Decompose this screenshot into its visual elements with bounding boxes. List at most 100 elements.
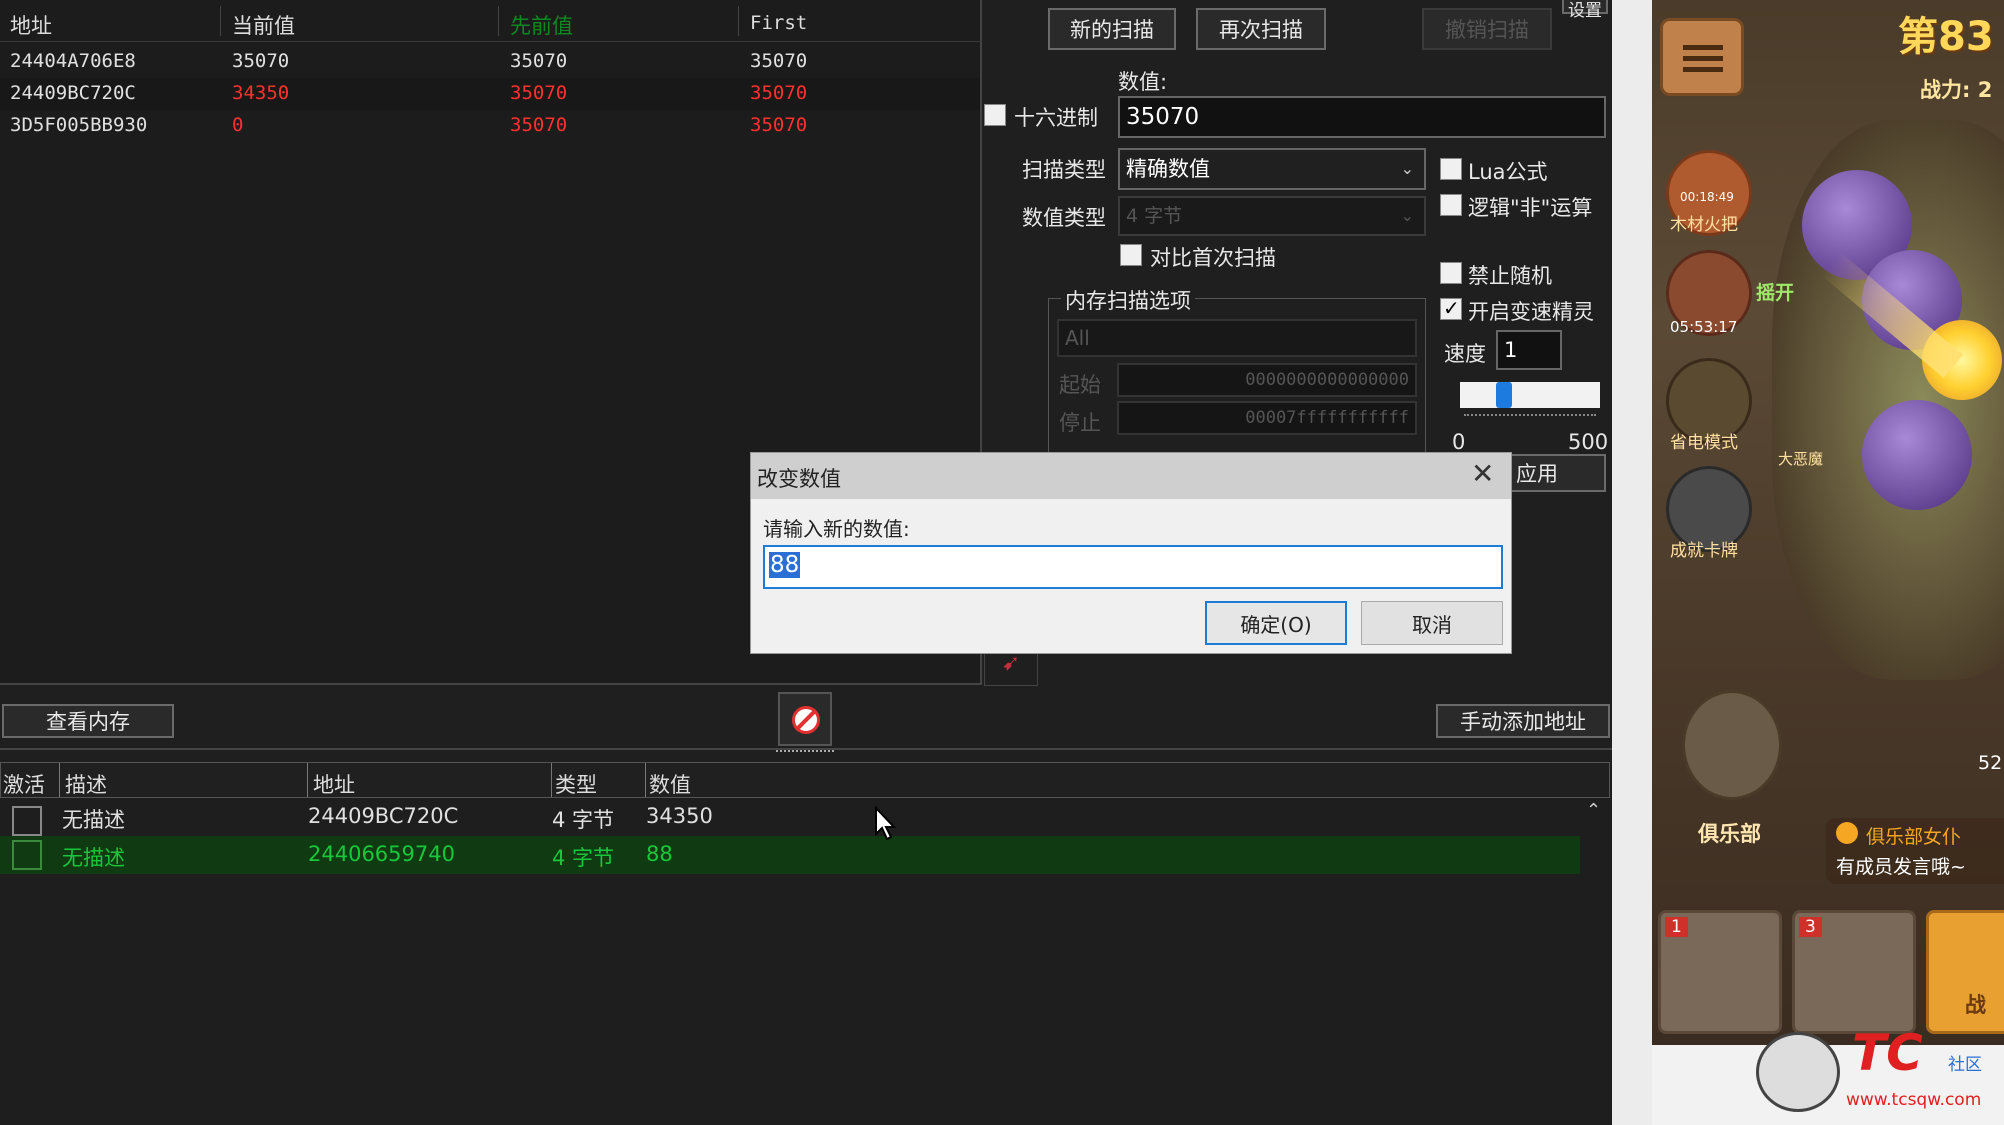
speedhack-label: 开启变速精灵	[1468, 300, 1594, 324]
col-address[interactable]: 地址	[313, 769, 355, 799]
hero-card[interactable]: 3	[1792, 910, 1916, 1034]
scan-type-label: 扫描类型	[1022, 158, 1106, 182]
splitter-handle[interactable]	[776, 750, 834, 754]
memory-scan-options: 内存扫描选项 All 起始 0000000000000000 停止 00007f…	[1048, 285, 1426, 468]
col-first[interactable]: First	[750, 12, 807, 34]
row-type: 4 字节	[552, 846, 615, 870]
result-current: 0	[232, 114, 244, 136]
card-badge: 3	[1799, 917, 1822, 937]
speed-slider[interactable]	[1460, 382, 1600, 408]
new-scan-button[interactable]: 新的扫描	[1048, 8, 1176, 50]
settings-button[interactable]: 设置	[1562, 0, 1608, 21]
chat-icon	[1836, 822, 1858, 844]
result-previous: 35070	[510, 50, 568, 72]
skill-label: 木材火把	[1670, 215, 1738, 235]
speed-input[interactable]: 1	[1496, 330, 1562, 370]
hex-label: 十六进制	[1014, 106, 1098, 130]
slider-thumb[interactable]	[1496, 382, 1512, 408]
result-address: 24404A706E8	[10, 50, 136, 72]
chevron-down-icon: ⌄	[1400, 206, 1414, 225]
new-value-text: 88	[769, 552, 801, 578]
col-address[interactable]: 地址	[10, 10, 52, 40]
add-address-button[interactable]: 手动添加地址	[1436, 704, 1610, 738]
logic-not-checkbox[interactable]	[1440, 194, 1462, 216]
mouse-cursor-icon	[875, 806, 897, 841]
scan-type-select[interactable]: 精确数值 ⌄	[1118, 148, 1426, 190]
compare-first-label: 对比首次扫描	[1150, 246, 1276, 270]
next-scan-button[interactable]: 再次扫描	[1196, 8, 1326, 50]
active-checkbox[interactable]	[12, 806, 42, 836]
col-divider	[59, 763, 60, 797]
address-list-header: 激活 描述 地址 类型 数值	[0, 762, 1610, 798]
col-active[interactable]: 激活	[3, 769, 45, 799]
panel-divider	[0, 748, 1612, 750]
stop-address-input[interactable]: 00007fffffffffff	[1117, 401, 1417, 435]
undo-scan-button[interactable]: 撤销扫描	[1422, 8, 1552, 50]
purple-orb	[1862, 400, 1972, 510]
memory-region-select[interactable]: All	[1057, 319, 1417, 357]
chat-bubble[interactable]: 俱乐部女仆 有成员发言哦~	[1826, 818, 2004, 884]
col-previous[interactable]: 先前值	[510, 10, 573, 40]
col-divider	[307, 763, 308, 797]
row-description: 无描述	[62, 808, 125, 832]
hero-card[interactable]: 1	[1658, 910, 1782, 1034]
scan-result-row[interactable]: 24409BC720C 34350 35070 35070	[0, 78, 980, 110]
col-divider	[551, 763, 552, 797]
close-icon[interactable]: ✕	[1471, 457, 1494, 490]
count-label: 52	[1978, 752, 2003, 774]
menu-icon[interactable]	[1660, 18, 1744, 96]
clear-list-button[interactable]	[778, 692, 832, 746]
no-entry-icon	[792, 706, 820, 734]
watermark-sub: 社区	[1948, 1055, 1982, 1075]
battle-tab[interactable]: 战	[1926, 910, 2004, 1034]
scan-result-row[interactable]: 24404A706E8 35070 35070 35070	[0, 46, 980, 78]
slider-ticks	[1464, 414, 1596, 420]
result-previous: 35070	[510, 82, 568, 104]
address-row-selected[interactable]: 无描述 24406659740 4 字节 88	[0, 836, 1580, 874]
ok-button[interactable]: 确定(O)	[1205, 601, 1347, 645]
scan-results-header: 地址 当前值 先前值 First	[0, 0, 982, 42]
row-value: 88	[646, 842, 673, 866]
result-previous: 35070	[510, 114, 568, 136]
result-first: 35070	[750, 82, 808, 104]
value-type-select[interactable]: 4 字节 ⌄	[1118, 196, 1426, 236]
col-divider	[645, 763, 646, 797]
speedhack-checkbox[interactable]	[1440, 296, 1462, 320]
compare-first-checkbox[interactable]	[1120, 244, 1142, 266]
value-type-label: 数值类型	[1022, 206, 1106, 230]
hex-checkbox[interactable]	[984, 104, 1006, 126]
view-memory-button[interactable]: 查看内存	[2, 704, 174, 738]
skill-label: 摇开	[1756, 282, 1795, 304]
dialog-titlebar[interactable]: 改变数值 ✕	[751, 453, 1511, 499]
no-random-checkbox[interactable]	[1440, 262, 1462, 284]
address-row[interactable]: 无描述 24409BC720C 4 字节 34350	[0, 800, 1580, 836]
col-divider	[498, 6, 499, 36]
result-address: 3D5F005BB930	[10, 114, 148, 136]
scan-result-row[interactable]: 3D5F005BB930 0 35070 35070	[0, 110, 980, 142]
value-type-value: 4 字节	[1126, 205, 1183, 227]
col-description[interactable]: 描述	[65, 769, 107, 799]
cancel-button[interactable]: 取消	[1361, 601, 1503, 645]
col-type[interactable]: 类型	[555, 769, 597, 799]
logic-not-label: 逻辑"非"运算	[1468, 196, 1593, 220]
lua-checkbox[interactable]	[1440, 158, 1462, 180]
battle-tab-label: 战	[1965, 993, 1986, 1017]
apply-button[interactable]: 应用	[1510, 454, 1606, 492]
list-scrollbar[interactable]: ⌃	[1580, 800, 1610, 1125]
cheat-engine-window: 地址 当前值 先前值 First 24404A706E8 35070 35070…	[0, 0, 1612, 1125]
address-list[interactable]: 激活 描述 地址 类型 数值 无描述 24409BC720C 4 字节 3435…	[0, 762, 1612, 1125]
power-label: 战力: 2	[1920, 78, 1993, 102]
change-value-dialog: 改变数值 ✕ 请输入新的数值: 88 确定(O) 取消	[750, 452, 1512, 654]
new-value-input[interactable]: 88	[763, 545, 1503, 589]
start-address-input[interactable]: 0000000000000000	[1117, 363, 1417, 397]
col-current[interactable]: 当前值	[232, 10, 295, 40]
col-value[interactable]: 数值	[649, 769, 691, 799]
speed-label: 速度	[1444, 342, 1486, 366]
club-icon[interactable]	[1682, 690, 1782, 800]
active-checkbox[interactable]	[12, 840, 42, 870]
row-address: 24406659740	[308, 842, 455, 866]
skill-label: 省电模式	[1670, 433, 1738, 453]
mascot-logo	[1756, 1032, 1840, 1112]
chevron-up-icon[interactable]: ⌃	[1586, 800, 1601, 821]
value-input[interactable]: 35070	[1118, 96, 1606, 138]
